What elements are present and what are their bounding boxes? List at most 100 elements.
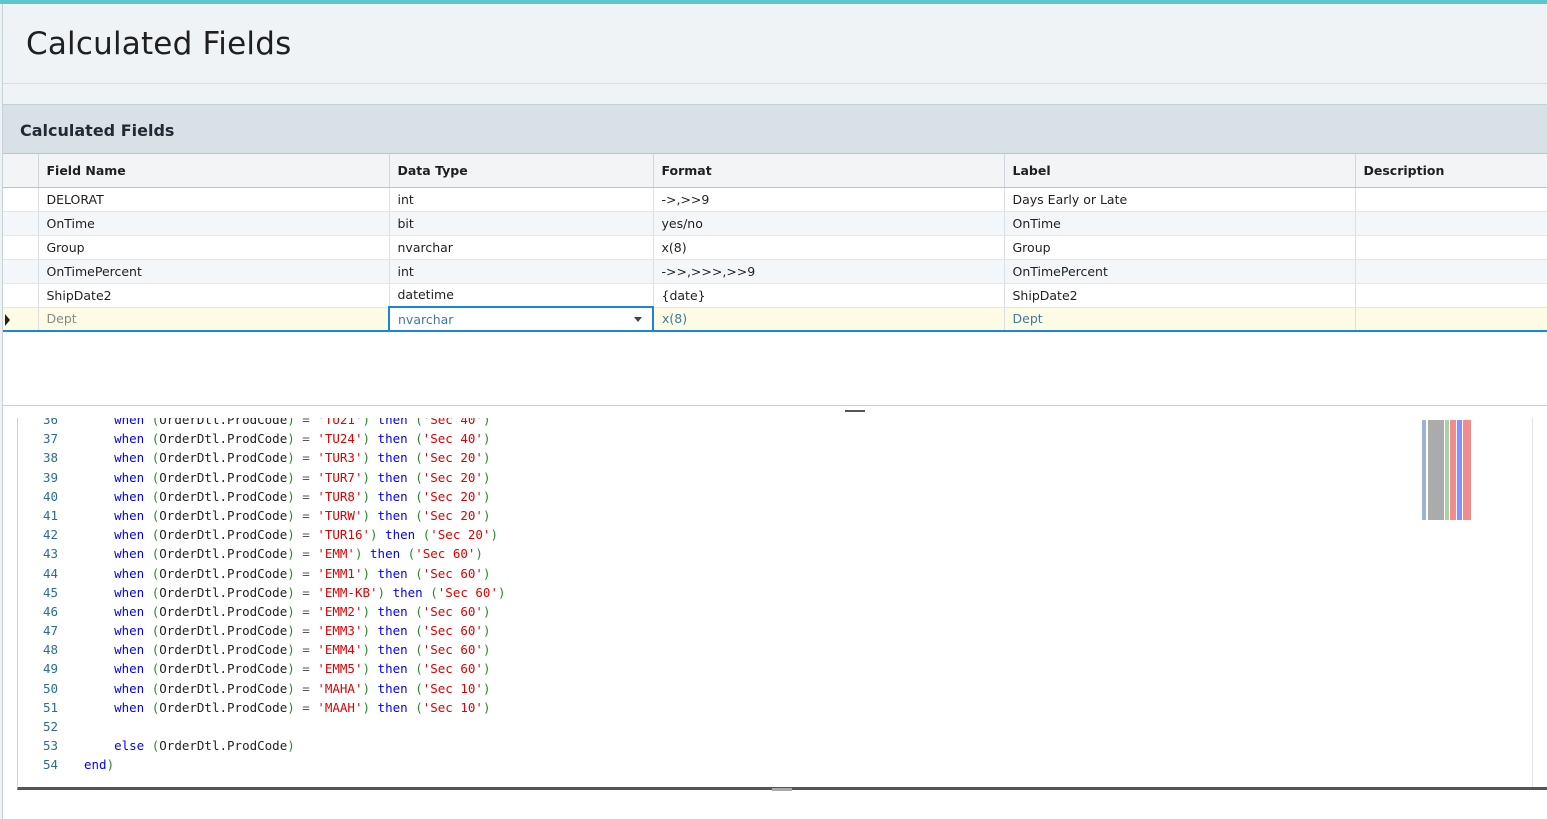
cell-description[interactable] [1355,259,1547,284]
cell-description[interactable] [1355,187,1547,212]
code-editor[interactable]: 36 when (OrderDtl.ProdCode) = 'TU21') th… [17,418,1547,790]
line-number: 45 [42,584,58,600]
line-number: 38 [42,450,58,466]
cell-data-type[interactable]: bit [389,211,654,236]
code-lines[interactable]: 36 when (OrderDtl.ProdCode) = 'TU21') th… [18,418,506,775]
line-number: 46 [42,603,58,619]
cell-field-name[interactable]: DELORAT [38,187,390,212]
code-keyword: when [114,642,145,658]
code-keyword: when [114,584,145,600]
cell-format[interactable]: ->,>>9 [653,187,1005,212]
cell-description[interactable] [1355,235,1547,260]
cell-field-name[interactable]: Group [38,235,390,260]
column-header-data-type[interactable]: Data Type [389,154,654,188]
code-string: 'MAAH' [317,699,363,715]
current-row-arrow-icon [5,313,10,326]
line-number: 36 [42,418,58,427]
row-indicator[interactable] [3,187,39,212]
code-keyword: then [377,469,408,485]
cell-description[interactable] [1355,283,1547,308]
table-row[interactable]: ShipDate2 datetime {date} ShipDate2 [3,283,1547,308]
cell-format[interactable]: x(8) [653,235,1005,260]
code-line: 52 [18,717,506,736]
cell-field-name[interactable]: ShipDate2 [38,283,390,308]
row-indicator[interactable] [3,235,39,260]
row-indicator[interactable] [3,259,39,284]
code-line: 36 when (OrderDtl.ProdCode) = 'TU21') th… [18,418,506,429]
code-string: 'EMM3' [317,623,363,639]
splitter-grip-icon[interactable] [845,410,865,412]
cell-field-name[interactable]: OnTime [38,211,390,236]
code-string: 'Sec 20' [430,527,491,543]
code-keyword: then [377,623,408,639]
cell-data-type[interactable]: int [389,187,654,212]
column-header-format[interactable]: Format [653,154,1005,188]
code-string: 'EMM4' [317,642,363,658]
code-string: 'TUR3' [317,450,363,466]
code-keyword: then [377,488,408,504]
line-number: 53 [42,738,58,754]
cell-field-name[interactable]: Dept [38,306,390,332]
cell-label[interactable]: OnTimePercent [1004,259,1356,284]
cell-data-type[interactable]: datetime [389,283,654,308]
code-string: 'TUR8' [317,488,363,504]
cell-field-name[interactable]: OnTimePercent [38,259,390,284]
code-string: 'Sec 60' [437,584,498,600]
line-number: 51 [42,699,58,715]
code-minimap[interactable] [1420,418,1478,526]
row-indicator[interactable] [3,283,39,308]
table-row-editing[interactable]: Dept nvarchar x(8) Dept [3,306,1547,332]
cell-description[interactable] [1355,306,1547,332]
code-line: 43 when (OrderDtl.ProdCode) = 'EMM') the… [18,544,506,563]
code-string: 'Sec 20' [422,469,483,485]
code-string: 'Sec 60' [415,546,476,562]
panel-title: Calculated Fields [20,121,175,140]
code-keyword: when [114,680,145,696]
table-row[interactable]: OnTime bit yes/no OnTime [3,211,1547,236]
chevron-down-icon[interactable] [634,317,642,322]
code-identifier: OrderDtl.ProdCode [159,507,288,523]
vertical-scrollbar[interactable] [1532,418,1547,787]
cell-label[interactable]: Dept [1004,306,1356,332]
code-line: 38 when (OrderDtl.ProdCode) = 'TUR3') th… [18,448,506,467]
code-line: 46 when (OrderDtl.ProdCode) = 'EMM2') th… [18,602,506,621]
code-line: 48 when (OrderDtl.ProdCode) = 'EMM4') th… [18,640,506,659]
code-identifier: OrderDtl.ProdCode [159,603,288,619]
row-indicator-current[interactable] [3,306,39,332]
cell-format[interactable]: {date} [653,283,1005,308]
line-number: 37 [42,431,58,447]
data-type-dropdown[interactable]: nvarchar [388,306,654,332]
code-keyword: then [377,661,408,677]
cell-label[interactable]: Days Early or Late [1004,187,1356,212]
code-keyword: then [377,431,408,447]
cell-format[interactable]: x(8) [653,306,1005,332]
code-keyword: when [114,450,145,466]
cell-label[interactable]: OnTime [1004,211,1356,236]
line-number: 43 [42,546,58,562]
code-identifier: OrderDtl.ProdCode [159,450,288,466]
code-string: 'Sec 60' [422,623,483,639]
cell-format[interactable]: ->>,>>>,>>9 [653,259,1005,284]
row-indicator[interactable] [3,211,39,236]
cell-data-type[interactable]: int [389,259,654,284]
table-row[interactable]: Group nvarchar x(8) Group [3,235,1547,260]
bottom-area [3,792,1547,819]
cell-label[interactable]: ShipDate2 [1004,283,1356,308]
header-row: Field Name Data Type Format Label Descri… [3,154,1547,188]
code-string: 'Sec 20' [422,450,483,466]
panel-header[interactable]: Calculated Fields [3,104,1547,154]
cell-data-type[interactable]: nvarchar [389,235,654,260]
code-string: 'EMM-KB' [317,584,378,600]
column-header-label[interactable]: Label [1004,154,1356,188]
cell-format[interactable]: yes/no [653,211,1005,236]
pane-splitter[interactable] [3,406,1547,418]
table-row[interactable]: OnTimePercent int ->>,>>>,>>9 OnTimePerc… [3,259,1547,284]
cell-description[interactable] [1355,211,1547,236]
code-string: 'MAHA' [317,680,363,696]
table-row[interactable]: DELORAT int ->,>>9 Days Early or Late [3,187,1547,212]
cell-label[interactable]: Group [1004,235,1356,260]
horizontal-scrollbar-thumb[interactable] [772,788,792,791]
line-number: 39 [42,469,58,485]
column-header-field-name[interactable]: Field Name [38,154,390,188]
column-header-description[interactable]: Description [1355,154,1547,188]
